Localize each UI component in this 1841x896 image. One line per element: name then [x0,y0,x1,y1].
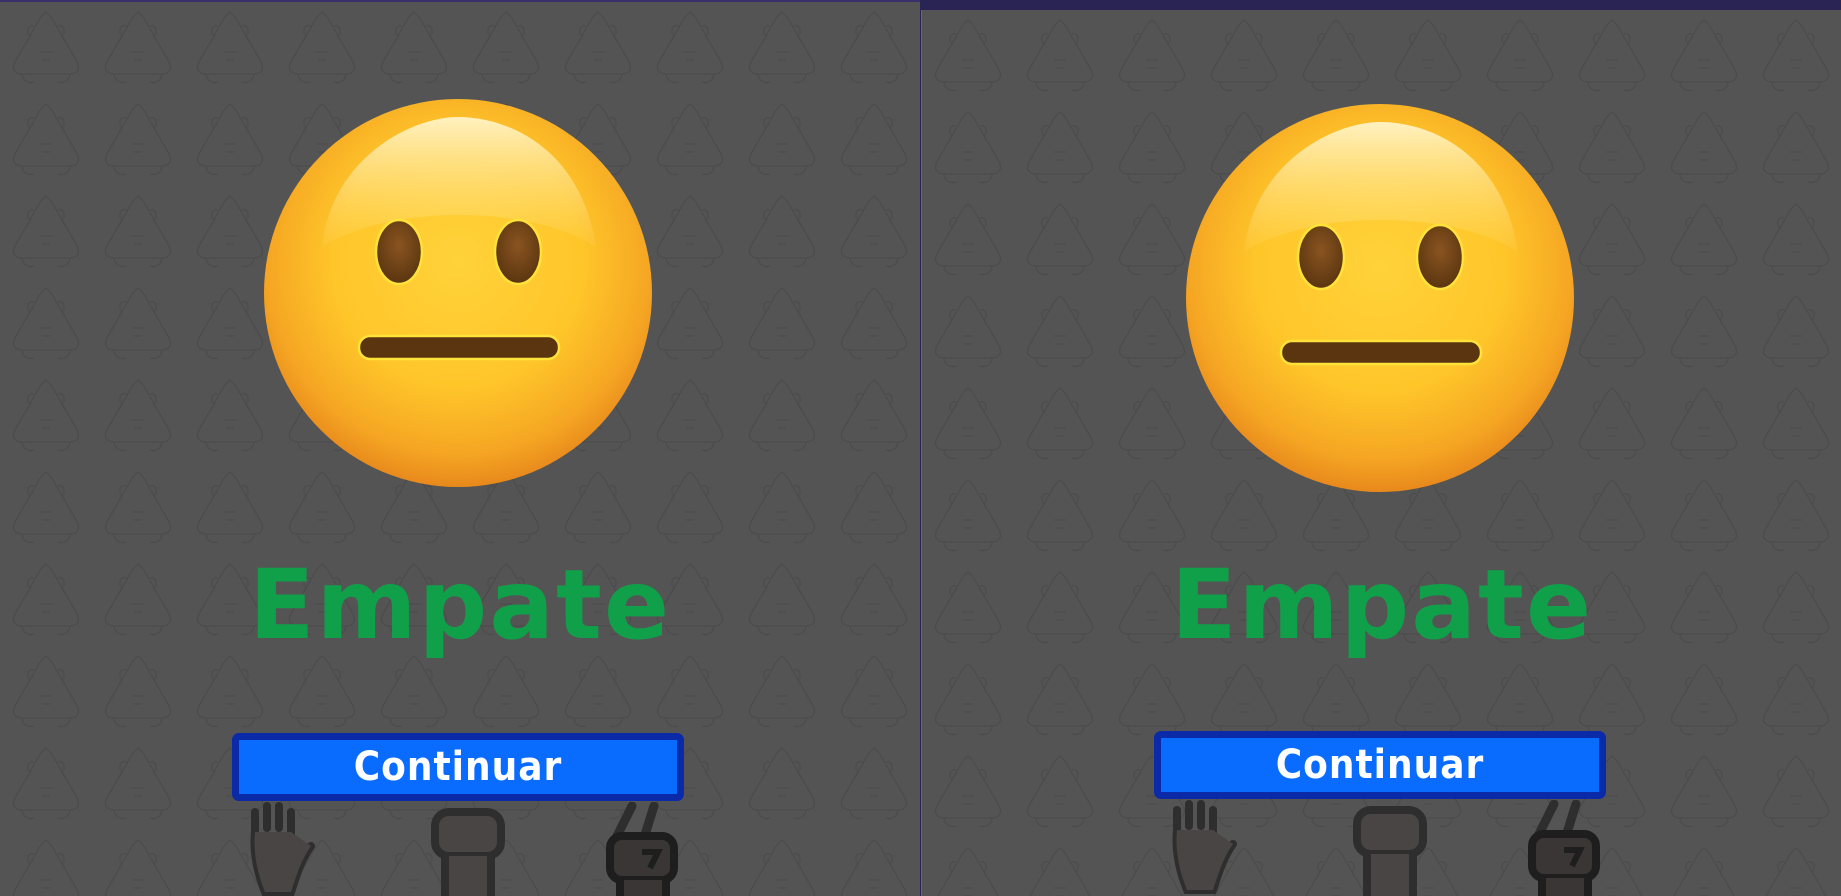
game-panel-right: Empate Continuar [921,10,1841,896]
result-screen: Empate Continuar [922,10,1841,896]
result-title: Empate [1170,549,1594,661]
scissors-hand-icon [1524,800,1614,896]
hand-choices [230,802,690,896]
neutral-face-icon [262,97,654,489]
rock-hand-icon [425,802,515,896]
result-screen: Empate Continuar [0,2,920,896]
result-title: Empate [248,549,672,661]
rock-hand-icon [1347,800,1437,896]
game-panel-left: Empate Continuar [0,0,920,896]
paper-hand-icon [235,802,325,896]
neutral-face-icon [1184,102,1576,494]
scissors-hand-icon [602,802,692,896]
continue-button[interactable]: Continuar [1154,731,1606,799]
paper-hand-icon [1157,800,1247,896]
hand-choices [1152,800,1612,896]
continue-button[interactable]: Continuar [232,733,684,801]
